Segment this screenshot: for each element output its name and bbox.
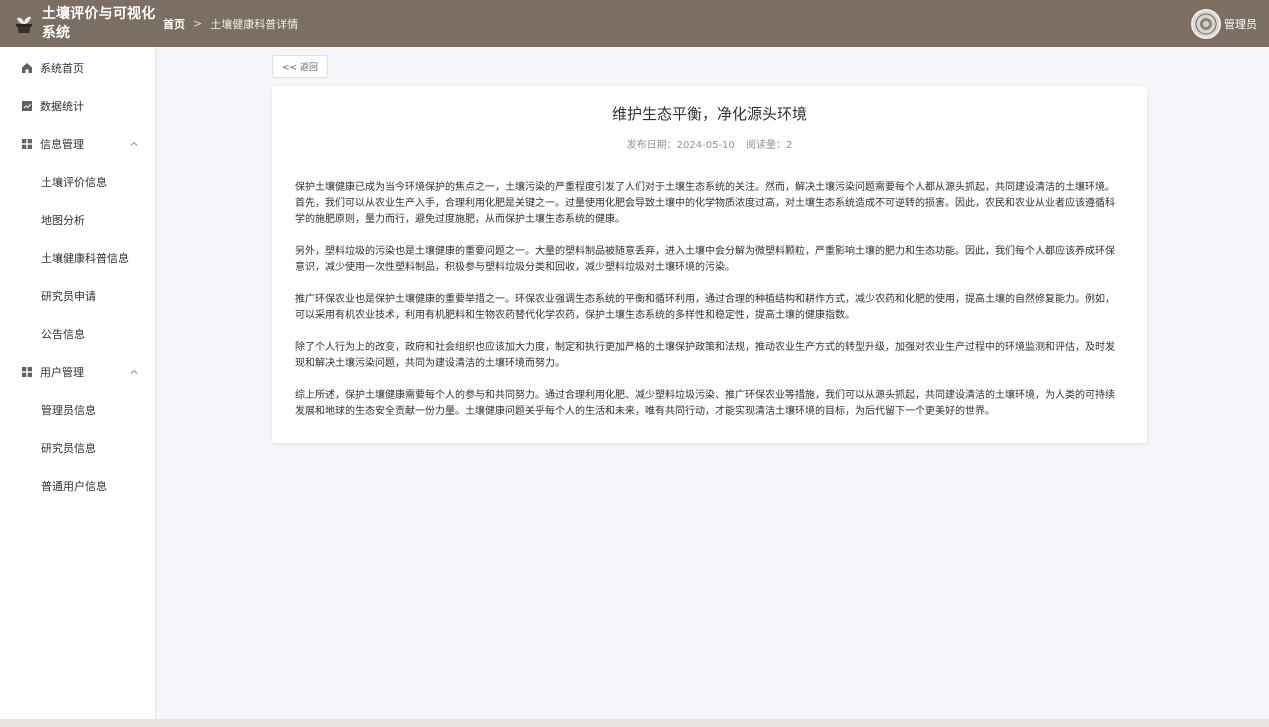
publish-date: 发布日期：2024-05-10 <box>626 140 735 151</box>
article-card: 维护生态平衡，净化源头环境 发布日期：2024-05-10 阅读量：2 保护土壤… <box>272 86 1147 443</box>
sidebar-item-soil-evaluation[interactable]: 土壤评价信息 <box>0 163 155 201</box>
sidebar-item-label: 系统首页 <box>40 62 84 75</box>
article-paragraph: 推广环保农业也是保护土壤健康的重要举措之一。环保农业强调生态系统的平衡和循环利用… <box>295 294 1115 321</box>
breadcrumb: 首页 > 土壤健康科普详情 <box>163 16 298 32</box>
sidebar-item-researcher-apply[interactable]: 研究员申请 <box>0 277 155 315</box>
article-title: 维护生态平衡，净化源头环境 <box>611 105 807 123</box>
top-header: 土壤评价与可视化系统 首页 > 土壤健康科普详情 管理员 <box>0 0 1269 47</box>
sidebar-group-user-management[interactable]: 用户管理 <box>0 353 155 391</box>
sidebar-item-researcher-info[interactable]: 研究员信息 <box>0 429 155 467</box>
brand[interactable]: 土壤评价与可视化系统 <box>0 0 156 47</box>
sidebar-item-statistics[interactable]: 数据统计 <box>0 87 155 125</box>
chevron-up-icon[interactable] <box>129 139 139 149</box>
view-count: 阅读量：2 <box>745 140 793 151</box>
sidebar-item-map-analysis[interactable]: 地图分析 <box>0 201 155 239</box>
avatar[interactable] <box>1191 9 1221 39</box>
plant-pot-logo-icon <box>12 12 36 36</box>
sidebar-group-label: 信息管理 <box>40 138 84 151</box>
sidebar-item-admin-info[interactable]: 管理员信息 <box>0 391 155 429</box>
sidebar-item-soil-science[interactable]: 土壤健康科普信息 <box>0 239 155 277</box>
article-paragraph: 综上所述，保护土壤健康需要每个人的参与和共同努力。通过合理利用化肥、减少塑料垃圾… <box>295 390 1115 417</box>
article-paragraph: 保护土壤健康已成为当今环境保护的焦点之一，土壤污染的严重程度引发了人们对于土壤生… <box>295 182 1115 225</box>
breadcrumb-separator-icon: > <box>193 17 203 30</box>
sidebar-item-announcements[interactable]: 公告信息 <box>0 315 155 353</box>
grid-icon <box>21 138 33 150</box>
sidebar-item-home[interactable]: 系统首页 <box>0 49 155 87</box>
sidebar-item-user-info[interactable]: 普通用户信息 <box>0 467 155 505</box>
window-bottom-edge <box>0 719 1269 727</box>
main-content: << 返回 维护生态平衡，净化源头环境 发布日期：2024-05-10 阅读量：… <box>157 47 1269 727</box>
article-body: 保护土壤健康已成为当今环境保护的焦点之一，土壤污染的严重程度引发了人们对于土壤生… <box>295 180 1124 420</box>
chevron-up-icon[interactable] <box>129 367 139 377</box>
grid-icon <box>21 366 33 378</box>
article-paragraph: 另外，塑料垃圾的污染也是土壤健康的重要问题之一。大量的塑料制品被随意丢弃，进入土… <box>295 246 1115 273</box>
chart-icon <box>21 100 33 112</box>
article-meta: 发布日期：2024-05-10 阅读量：2 <box>272 136 1147 151</box>
sidebar-item-label: 数据统计 <box>40 100 84 113</box>
user-menu[interactable]: 管理员 <box>1191 9 1257 39</box>
breadcrumb-home-link[interactable]: 首页 <box>163 16 185 32</box>
sidebar: 系统首页 数据统计 信息管理 土壤评价信息 地图分析 土壤健康科普信息 研究员申… <box>0 47 156 727</box>
user-name[interactable]: 管理员 <box>1224 16 1257 32</box>
app-title: 土壤评价与可视化系统 <box>41 5 156 41</box>
sidebar-group-info-management[interactable]: 信息管理 <box>0 125 155 163</box>
article-paragraph: 除了个人行为上的改变，政府和社会组织也应该加大力度，制定和执行更加严格的土壤保护… <box>295 342 1115 369</box>
breadcrumb-current: 土壤健康科普详情 <box>210 17 299 31</box>
sidebar-group-label: 用户管理 <box>40 366 84 379</box>
back-button[interactable]: << 返回 <box>272 55 328 78</box>
home-icon <box>21 62 33 74</box>
